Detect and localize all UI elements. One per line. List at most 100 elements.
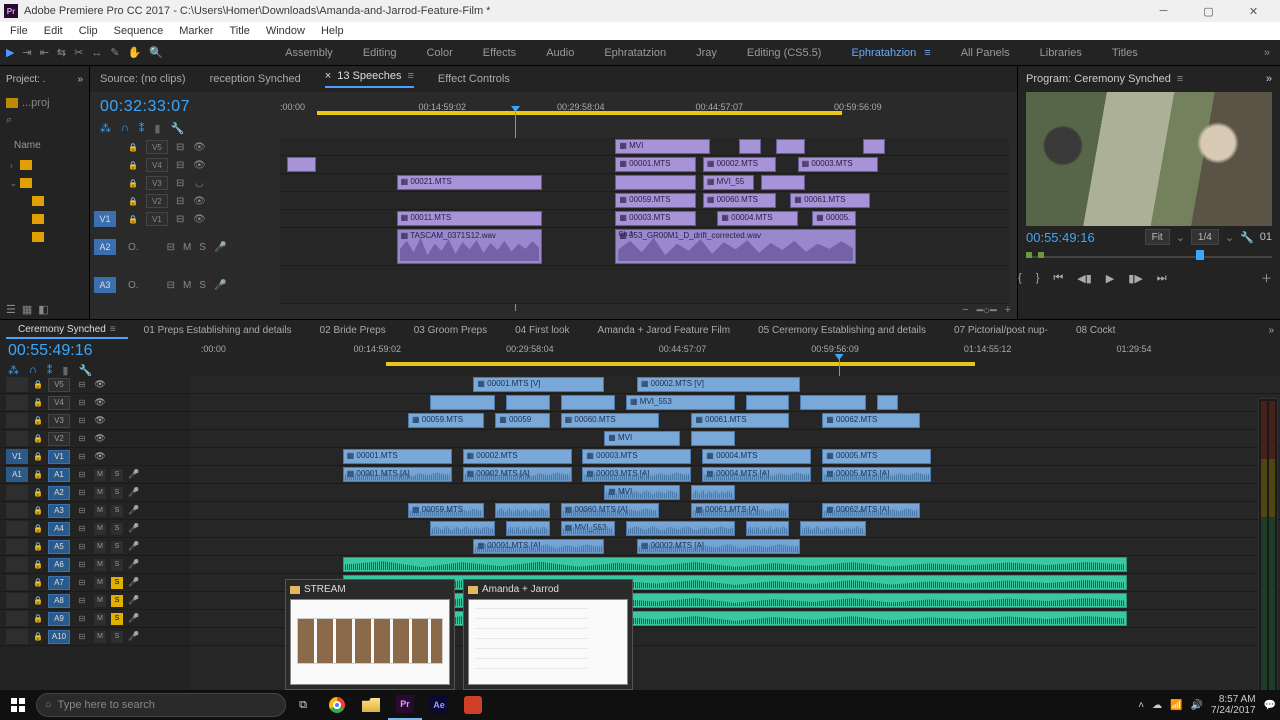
clip[interactable] (877, 395, 899, 410)
clip[interactable]: ▦ 00001.MTS (343, 449, 452, 464)
program-timecode[interactable]: 00:55:49:16 (1026, 230, 1095, 245)
source-track-header[interactable]: A3O.⊟MS🎤 (90, 266, 280, 304)
zoom-slider[interactable]: ━○━ (977, 304, 997, 317)
bin-icon[interactable] (32, 196, 44, 206)
taskbar-preview[interactable]: STREAM (285, 579, 455, 690)
clip[interactable]: ▦ 00062.MTS [A] (822, 503, 920, 518)
clip[interactable]: ▦ 00004.MTS [A] (702, 467, 811, 482)
source-track-header[interactable]: V2⊟👁 (90, 192, 280, 210)
clip[interactable]: ▦ 00060.MTS [A] (561, 503, 659, 518)
go-to-in-icon[interactable]: ⏮ (1053, 272, 1063, 285)
clip[interactable]: ▦ 00002.MTS [A] (463, 467, 572, 482)
workspace-tab[interactable]: Assembly (285, 47, 333, 59)
timeline-timecode[interactable]: 00:55:49:16 (8, 342, 182, 360)
workspace-tab[interactable]: Audio (546, 47, 574, 59)
sequence-tab[interactable]: Ceremony Synched≡ (6, 322, 128, 339)
hand-tool-icon[interactable]: ✋ (128, 46, 142, 59)
taskbar-explorer[interactable] (354, 690, 388, 720)
clip[interactable]: ▦ 00005. (812, 211, 856, 226)
freeform-view-icon[interactable]: ◧ (38, 303, 48, 316)
search-icon[interactable]: ⌕ (0, 114, 89, 136)
menu-sequence[interactable]: Sequence (108, 25, 170, 37)
clip[interactable] (863, 139, 885, 154)
menu-edit[interactable]: Edit (38, 25, 69, 37)
settings-icon[interactable]: 🔧 (170, 122, 184, 135)
taskbar-preview[interactable]: Amanda + Jarrod (463, 579, 633, 690)
menu-title[interactable]: Title (223, 25, 255, 37)
clip[interactable] (746, 395, 790, 410)
workspace-tab[interactable]: Editing (CS5.5) (747, 47, 822, 59)
timeline-track-header[interactable]: 🔒A9⊟MS🎤 (0, 610, 190, 628)
sequence-overflow-icon[interactable]: » (1268, 325, 1274, 336)
clip[interactable]: ▦ 00001.MTS [V] (473, 377, 604, 392)
clip[interactable] (739, 139, 761, 154)
source-track-header[interactable]: V1V1⊟👁 (90, 210, 280, 228)
menu-help[interactable]: Help (315, 25, 350, 37)
clip[interactable] (776, 139, 805, 154)
clip[interactable]: ▦ 00021.MTS (397, 175, 543, 190)
scale-dropdown[interactable]: 1/4 (1191, 229, 1219, 245)
clip[interactable]: ▦ 00011.MTS (397, 211, 543, 226)
timeline-track-header[interactable]: 🔒V4⊟👁 (0, 394, 190, 412)
clip[interactable]: ▦ 00003.MTS (582, 449, 691, 464)
clip[interactable]: ▦ TASCAM_0371S12.wav (397, 229, 543, 264)
sequence-tab[interactable]: 08 Cockt (1064, 323, 1127, 338)
step-back-icon[interactable]: ◀▮ (1077, 272, 1092, 285)
clip[interactable]: ▦ MVI_55 (703, 175, 754, 190)
menu-marker[interactable]: Marker (173, 25, 219, 37)
task-view-button[interactable]: ⧉ (286, 690, 320, 720)
magnet-icon[interactable]: ∩ (121, 122, 129, 135)
clip[interactable] (506, 395, 550, 410)
project-tab[interactable]: Project: . (6, 74, 45, 85)
clip[interactable] (430, 521, 495, 536)
source-tab[interactable]: × 13 Speeches≡ (325, 70, 414, 88)
workspace-tab[interactable]: Libraries (1040, 47, 1082, 59)
icon-view-icon[interactable]: ▦ (22, 303, 32, 316)
bin-icon[interactable] (32, 214, 44, 224)
clip[interactable]: ▦ 00002.MTS [A] (637, 539, 801, 554)
timeline-track-header[interactable]: 🔒A3⊟MS🎤 (0, 502, 190, 520)
clip[interactable]: ▦ 00001.MTS [A] (473, 539, 604, 554)
markers-icon[interactable]: ▮ (154, 122, 160, 135)
linked-selection-icon[interactable]: ⁑ (139, 122, 145, 135)
clip[interactable]: ▦ 00060.MTS (561, 413, 659, 428)
bin-icon[interactable] (20, 178, 32, 188)
program-viewport[interactable] (1026, 92, 1272, 226)
menu-file[interactable]: File (4, 25, 34, 37)
workspace-tab[interactable]: Ephratatzion (604, 47, 666, 59)
clip[interactable]: ▦ 00059.MTS (408, 503, 484, 518)
clip[interactable] (800, 521, 865, 536)
workspace-tab[interactable]: Color (426, 47, 452, 59)
clip[interactable]: ▦ 00062.MTS (822, 413, 920, 428)
column-name[interactable]: Name (0, 136, 89, 154)
settings-icon[interactable]: 🔧 (1240, 231, 1254, 244)
zoom-out-icon[interactable]: − (962, 304, 968, 317)
clip[interactable] (746, 521, 790, 536)
clip[interactable]: ▦ 00001.MTS (615, 157, 695, 172)
bin-icon[interactable] (20, 160, 32, 170)
timeline-track-header[interactable]: 🔒V2⊟👁 (0, 430, 190, 448)
step-forward-icon[interactable]: ▮▶ (1128, 272, 1143, 285)
selection-tool-icon[interactable]: ▶ (6, 46, 14, 59)
taskbar-clock[interactable]: 8:57 AM7/24/2017 (1211, 694, 1256, 716)
sequence-tab[interactable]: 05 Ceremony Establishing and details (746, 323, 938, 338)
timeline-track-header[interactable]: 🔒A7⊟MS🎤 (0, 574, 190, 592)
clip[interactable] (615, 175, 695, 190)
clip[interactable]: ▦ 00004.MTS (717, 211, 797, 226)
overflow-icon[interactable]: » (1254, 47, 1280, 59)
workspace-tab[interactable]: Titles (1112, 47, 1138, 59)
program-scrubber[interactable] (1018, 248, 1280, 264)
timeline-track-header[interactable]: 🔒A2⊟MS🎤 (0, 484, 190, 502)
go-to-out-icon[interactable]: ⏭ (1157, 272, 1167, 285)
sequence-tab[interactable]: 01 Preps Establishing and details (132, 323, 304, 338)
panel-overflow-icon[interactable]: » (1266, 73, 1272, 85)
taskbar-search[interactable]: ○Type here to search (36, 693, 286, 717)
clip[interactable] (691, 431, 735, 446)
marker-icon[interactable] (1026, 252, 1032, 258)
timeline-track-header[interactable]: 🔒A10⊟MS🎤 (0, 628, 190, 646)
sequence-tab[interactable]: 03 Groom Preps (402, 323, 499, 338)
source-tab[interactable]: Source: (no clips) (100, 73, 186, 85)
clip[interactable]: ▦ 00005.MTS (822, 449, 931, 464)
track-select-forward-icon[interactable]: ⇥ (22, 46, 31, 59)
source-tab[interactable]: Effect Controls (438, 73, 510, 85)
